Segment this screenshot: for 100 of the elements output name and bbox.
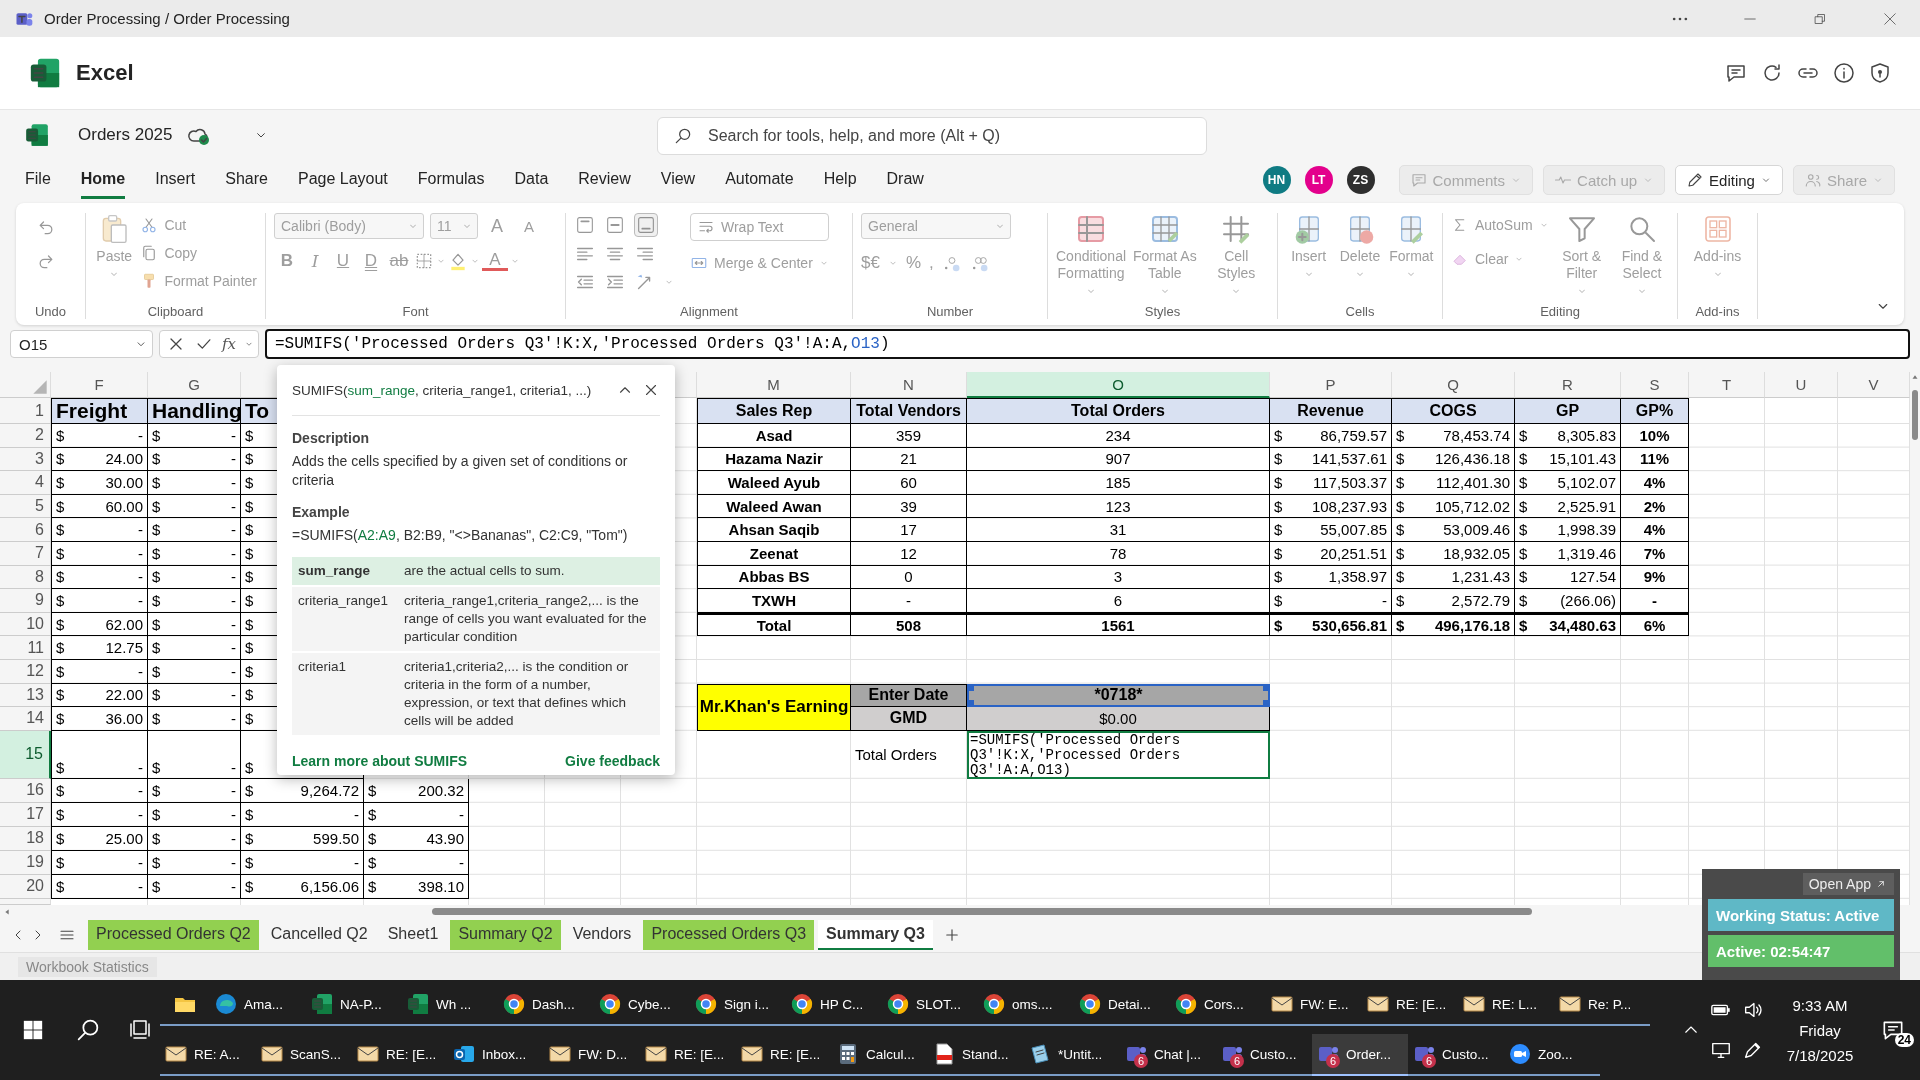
column-header[interactable]: T: [1689, 372, 1765, 398]
align-bottom-icon[interactable]: [635, 214, 657, 236]
taskbar-button[interactable]: Cybe...: [594, 984, 690, 1026]
menu-tab[interactable]: View: [660, 161, 696, 199]
menu-tab[interactable]: Insert: [155, 161, 196, 199]
user-avatar[interactable]: LT: [1304, 166, 1333, 194]
task-view-icon[interactable]: [128, 1018, 152, 1042]
user-avatar[interactable]: ZS: [1346, 166, 1375, 194]
table-cell[interactable]: $0.00: [967, 707, 1270, 731]
row-header[interactable]: 15: [0, 730, 51, 779]
row-header[interactable]: 19: [0, 850, 51, 875]
column-header[interactable]: V: [1838, 372, 1910, 398]
taskbar-button[interactable]: FW: D...: [544, 1034, 640, 1076]
taskbar-button[interactable]: RE: [E...: [640, 1034, 736, 1076]
row-header[interactable]: 6: [0, 518, 51, 542]
taskbar-button[interactable]: Stand...: [928, 1034, 1024, 1076]
row-header[interactable]: 20: [0, 874, 51, 899]
taskbar-button[interactable]: Dash...: [498, 984, 594, 1026]
row-header[interactable]: 4: [0, 471, 51, 495]
taskbar-button[interactable]: Sign i...: [690, 984, 786, 1026]
taskbar-button[interactable]: RE: [E...: [736, 1034, 832, 1076]
taskbar-button[interactable]: SLOT...: [882, 984, 978, 1026]
menu-tab[interactable]: Automate: [725, 161, 794, 199]
menu-tab[interactable]: Formulas: [417, 161, 485, 199]
user-avatar[interactable]: HN: [1262, 166, 1291, 194]
name-box[interactable]: O15: [10, 330, 153, 358]
taskbar-button[interactable]: RE: A...: [160, 1034, 256, 1076]
row-header[interactable]: 16: [0, 778, 51, 803]
row-header[interactable]: 11: [0, 636, 51, 660]
column-header[interactable]: U: [1765, 372, 1838, 398]
taskbar-button[interactable]: NA-P...: [306, 984, 402, 1026]
open-app-button[interactable]: Open App: [1802, 873, 1894, 895]
taskbar-button[interactable]: Inbox...: [448, 1034, 544, 1076]
taskbar-button[interactable]: Wh ...: [402, 984, 498, 1026]
taskbar-button[interactable]: Re: P...: [1554, 984, 1650, 1026]
menu-tab[interactable]: Share: [225, 161, 268, 199]
column-header[interactable]: M: [697, 372, 851, 398]
taskbar-button[interactable]: Calcul...: [832, 1034, 928, 1076]
taskbar-button[interactable]: RE: [E...: [1362, 984, 1458, 1026]
menu-tab[interactable]: Page Layout: [297, 161, 388, 199]
sheet-tab[interactable]: Processed Orders Q2: [88, 920, 259, 950]
taskbar-button[interactable]: Cors...: [1170, 984, 1266, 1026]
table-cell[interactable]: *0718*: [967, 683, 1270, 708]
row-header[interactable]: 9: [0, 589, 51, 613]
shield-icon[interactable]: [1868, 61, 1892, 85]
menu-tab[interactable]: Data: [514, 161, 549, 199]
row-header[interactable]: 8: [0, 565, 51, 590]
menu-tab[interactable]: Help: [823, 161, 857, 199]
column-header[interactable]: R: [1515, 372, 1621, 398]
sheet-tab[interactable]: Processed Orders Q3: [643, 920, 815, 950]
row-header[interactable]: 14: [0, 707, 51, 731]
menu-tab[interactable]: Review: [578, 161, 631, 199]
menu-tab[interactable]: Home: [80, 161, 126, 199]
windows-logo-icon[interactable]: [22, 1019, 44, 1041]
row-header[interactable]: 13: [0, 683, 51, 708]
taskbar-button[interactable]: Zoo...: [1504, 1034, 1600, 1076]
row-header[interactable]: 18: [0, 826, 51, 851]
taskbar-button[interactable]: Detai...: [1074, 984, 1170, 1026]
sheet-tab[interactable]: Cancelled Q2: [262, 920, 376, 950]
taskbar-button[interactable]: 6 Order...: [1312, 1034, 1408, 1076]
taskbar-button[interactable]: 6 Chat |...: [1120, 1034, 1216, 1076]
row-header[interactable]: 7: [0, 541, 51, 566]
row-header[interactable]: 12: [0, 659, 51, 684]
row-header[interactable]: 17: [0, 802, 51, 827]
insert-function-button[interactable]: fx: [222, 335, 236, 353]
sheet-tab[interactable]: Summary Q3: [818, 920, 933, 950]
taskbar-button[interactable]: oms....: [978, 984, 1074, 1026]
taskbar-button[interactable]: RE: [E...: [352, 1034, 448, 1076]
row-header[interactable]: 2: [0, 424, 51, 448]
formula-field[interactable]: =SUMIFS('Processed Orders Q3'!K:X,'Processed Orders Q3'!A:A,O13): [265, 329, 1910, 359]
column-header[interactable]: Q: [1392, 372, 1515, 398]
column-header[interactable]: G: [148, 372, 241, 398]
column-header[interactable]: F: [51, 372, 148, 398]
column-header[interactable]: S: [1621, 372, 1689, 398]
row-header[interactable]: 10: [0, 612, 51, 637]
row-header[interactable]: 1: [0, 398, 51, 424]
clock[interactable]: 9:33 AM Friday 7/18/2025: [1774, 996, 1866, 1064]
column-header[interactable]: N: [851, 372, 967, 398]
menu-tab[interactable]: File: [25, 161, 51, 199]
document-name[interactable]: Orders 2025: [78, 125, 173, 145]
row-header[interactable]: 3: [0, 447, 51, 472]
search-field[interactable]: Search for tools, help, and more (Alt + Q): [657, 117, 1207, 155]
taskbar-button[interactable]: RE: L...: [1458, 984, 1554, 1026]
sheet-tab[interactable]: Sheet1: [379, 920, 447, 950]
row-header[interactable]: 5: [0, 494, 51, 519]
editing-button[interactable]: Editing: [1675, 165, 1783, 195]
taskbar-button[interactable]: ScanS...: [256, 1034, 352, 1076]
link[interactable]: Give feedback: [565, 753, 660, 769]
cell-editor[interactable]: =SUMIFS('Processed Orders Q3'!K:X,'Processed Orders Q3'!A:A,O13): [967, 730, 1270, 779]
column-header[interactable]: O: [967, 372, 1270, 398]
taskbar-button[interactable]: *Untit...: [1024, 1034, 1120, 1076]
taskbar-button[interactable]: Ama...: [210, 984, 306, 1026]
menu-tab[interactable]: Draw: [886, 161, 924, 199]
sheet-tab[interactable]: Summary Q2: [450, 920, 561, 950]
taskbar-button[interactable]: HP C...: [786, 984, 882, 1026]
column-header[interactable]: P: [1270, 372, 1392, 398]
taskbar-button[interactable]: FW: E...: [1266, 984, 1362, 1026]
sheet-tab[interactable]: Vendors: [564, 920, 640, 950]
info-icon[interactable]: [1832, 61, 1856, 85]
taskbar-button[interactable]: 6 Custo...: [1408, 1034, 1504, 1076]
